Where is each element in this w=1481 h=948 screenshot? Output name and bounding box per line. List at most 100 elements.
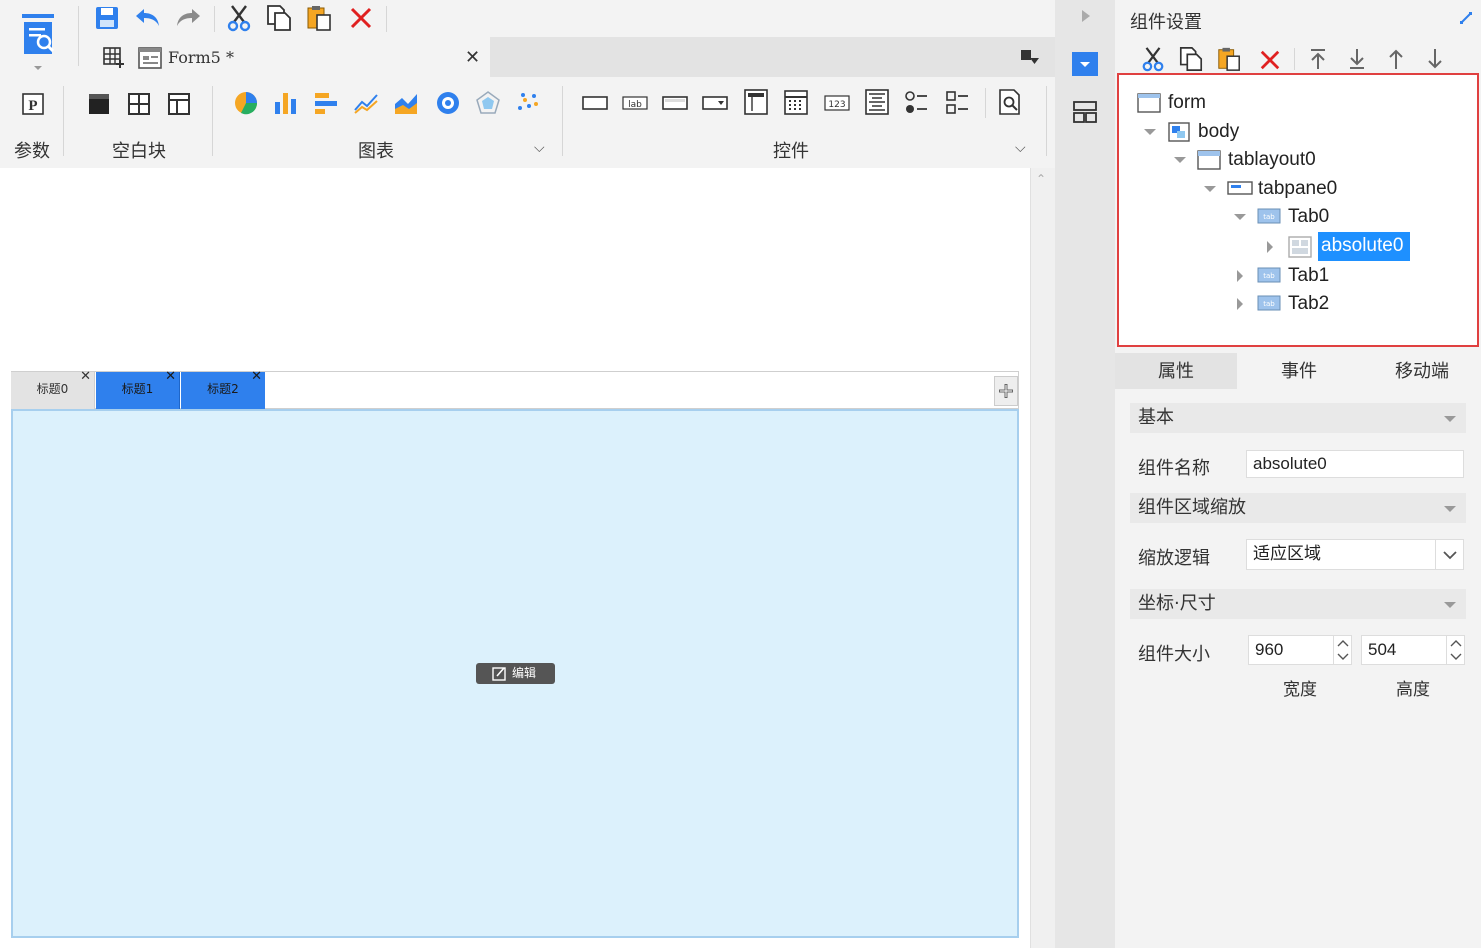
label-widget-icon[interactable]: lab — [621, 92, 649, 114]
expand-arrow-icon[interactable] — [1234, 214, 1246, 220]
stepper-arrows-icon[interactable] — [1446, 636, 1464, 664]
bar-chart-icon[interactable] — [273, 90, 299, 116]
dropdown-widget-icon[interactable] — [701, 92, 729, 114]
cut-icon[interactable] — [1140, 46, 1166, 72]
control-expand-chevron-icon[interactable]: ⌵ — [1015, 140, 1026, 156]
close-icon[interactable]: ✕ — [80, 360, 91, 394]
form-tab-1[interactable]: 标题1 ✕ — [96, 369, 180, 409]
list-widget-icon[interactable] — [743, 88, 769, 116]
expand-arrow-icon[interactable] — [1144, 129, 1156, 135]
expand-arrow-icon[interactable] — [1174, 157, 1186, 163]
stepper-arrows-icon[interactable] — [1333, 636, 1351, 664]
copy-icon[interactable] — [266, 4, 292, 32]
line-chart-icon[interactable] — [353, 90, 379, 116]
chart-expand-chevron-icon[interactable]: ⌵ — [534, 140, 545, 156]
close-icon[interactable]: ✕ — [165, 360, 176, 394]
tab-events[interactable]: 事件 — [1238, 353, 1360, 389]
copy-icon[interactable] — [1178, 46, 1204, 72]
move-to-bottom-icon[interactable] — [1347, 47, 1367, 71]
area-chart-icon[interactable] — [393, 90, 419, 116]
expand-arrow-icon[interactable] — [1237, 298, 1243, 310]
button-widget-icon[interactable] — [581, 92, 609, 114]
undo-icon[interactable] — [134, 6, 162, 28]
chevron-down-icon — [1444, 506, 1456, 512]
add-tab-button[interactable] — [994, 376, 1018, 406]
move-up-icon[interactable] — [1386, 47, 1406, 71]
blank-block-icon[interactable] — [87, 92, 111, 116]
tab-mobile[interactable]: 移动端 — [1361, 353, 1481, 389]
component-size-label: 组件大小 — [1138, 644, 1210, 665]
section-coords[interactable]: 坐标·尺寸 — [1130, 589, 1466, 619]
form-tab-0[interactable]: 标题0 ✕ — [11, 369, 95, 409]
form-tab-label: 标题1 — [121, 382, 154, 396]
paste-icon[interactable] — [306, 4, 332, 32]
close-icon[interactable]: ✕ — [251, 360, 262, 394]
scatter-chart-icon[interactable] — [515, 90, 541, 116]
text-input-widget-icon[interactable] — [661, 92, 689, 114]
section-basic[interactable]: 基本 — [1130, 403, 1466, 433]
tree-node-tab1[interactable]: Tab1 — [1288, 265, 1329, 287]
textarea-widget-icon[interactable] — [864, 88, 890, 116]
tab-properties[interactable]: 属性 — [1115, 353, 1237, 389]
tree-node-selected[interactable]: absolute0 — [1318, 232, 1410, 261]
parameter-icon[interactable]: P — [21, 92, 45, 116]
separator — [63, 86, 64, 156]
width-stepper[interactable]: 960 — [1248, 635, 1352, 665]
expand-arrow-icon[interactable] — [1237, 270, 1243, 282]
section-title: 基本 — [1138, 407, 1174, 428]
zoom-logic-select[interactable]: 适应区域 — [1246, 539, 1464, 570]
dropdown-icon — [1080, 62, 1090, 67]
tab-block-icon[interactable] — [167, 92, 191, 116]
edit-icon — [492, 667, 506, 681]
form-tab-label: 标题0 — [36, 382, 69, 396]
paste-icon[interactable] — [1216, 46, 1242, 72]
pie-chart-icon[interactable] — [233, 90, 259, 116]
split-block-icon[interactable] — [127, 92, 151, 116]
save-icon[interactable] — [94, 5, 120, 31]
expand-arrow-icon[interactable] — [1267, 241, 1273, 253]
tree-node-tab0[interactable]: Tab0 — [1288, 206, 1329, 228]
scroll-up-icon[interactable]: ⌃ — [1036, 172, 1046, 186]
close-tab-icon[interactable]: ✕ — [465, 47, 480, 68]
tree-node-tabpane[interactable]: tabpane0 — [1258, 178, 1337, 200]
edit-button[interactable]: 编辑 — [476, 663, 555, 684]
move-to-top-icon[interactable] — [1308, 47, 1328, 71]
radar-chart-icon[interactable] — [475, 90, 501, 116]
collapse-panel-icon[interactable] — [1458, 10, 1474, 26]
layout-panel-icon[interactable] — [1072, 100, 1098, 124]
collapse-arrow-icon[interactable] — [1080, 8, 1092, 24]
tree-node-tablayout[interactable]: tablayout0 — [1228, 149, 1316, 171]
vertical-scrollbar[interactable]: ⌃ — [1030, 168, 1055, 948]
form-tab-2[interactable]: 标题2 ✕ — [181, 369, 265, 409]
height-value: 504 — [1368, 640, 1397, 659]
component-settings-button[interactable] — [1072, 52, 1098, 76]
checkbox-group-widget-icon[interactable] — [945, 90, 971, 116]
new-form-icon[interactable] — [102, 46, 126, 68]
delete-icon[interactable] — [349, 6, 373, 30]
delete-icon[interactable] — [1259, 49, 1281, 71]
tab-label: 属性 — [1158, 361, 1194, 382]
svg-text:tab: tab — [1263, 300, 1275, 308]
search-widget-icon[interactable] — [997, 88, 1023, 116]
tree-node-tab2[interactable]: Tab2 — [1288, 293, 1329, 315]
tree-node-form[interactable]: form — [1168, 92, 1206, 114]
section-zoom[interactable]: 组件区域缩放 — [1130, 493, 1466, 523]
number-widget-icon[interactable]: 123 — [823, 92, 851, 114]
component-name-input[interactable] — [1246, 450, 1464, 478]
tree-node-body[interactable]: body — [1198, 121, 1239, 143]
horizontal-bar-chart-icon[interactable] — [313, 90, 339, 116]
expand-arrow-icon[interactable] — [1204, 186, 1216, 192]
cut-icon[interactable] — [226, 4, 252, 32]
app-menu-icon[interactable] — [18, 8, 58, 70]
svg-text:123: 123 — [828, 100, 845, 110]
svg-text:lab: lab — [628, 100, 642, 110]
redo-icon[interactable] — [174, 6, 202, 28]
move-down-icon[interactable] — [1425, 47, 1445, 71]
dashboard-chart-icon[interactable] — [435, 90, 461, 116]
height-stepper[interactable]: 504 — [1361, 635, 1465, 665]
radio-group-widget-icon[interactable] — [904, 90, 930, 116]
date-widget-icon[interactable] — [783, 88, 809, 116]
tab-node-icon: tab — [1257, 208, 1281, 224]
tab-menu-icon[interactable] — [1020, 48, 1040, 66]
tablayout-node-icon — [1197, 150, 1221, 170]
